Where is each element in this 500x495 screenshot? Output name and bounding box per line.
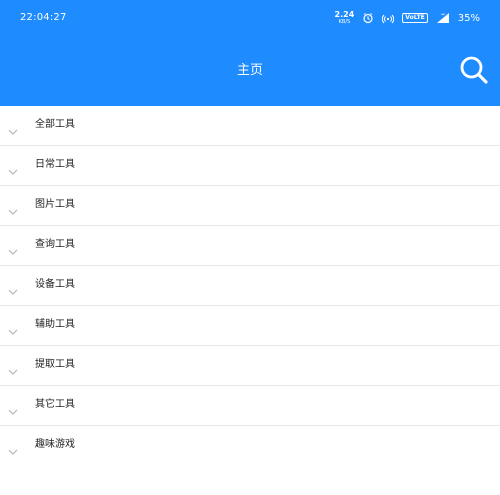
chevron-down-icon [8,321,18,335]
category-item-image-tools[interactable]: 图片工具 [0,186,500,226]
category-label: 查询工具 [35,239,75,250]
network-speed-value: 2.24 [334,10,355,19]
category-label: 设备工具 [35,279,75,290]
app-bar: 22:04:27 2.24 KB/S VoLTE 35% 主页 [0,0,500,106]
category-label: 日常工具 [35,159,75,170]
search-icon [459,55,489,89]
category-item-extract-tools[interactable]: 提取工具 [0,346,500,386]
category-item-device-tools[interactable]: 设备工具 [0,266,500,306]
hotspot-icon [382,9,395,28]
chevron-down-icon [8,121,18,135]
search-button[interactable] [458,56,490,88]
category-item-assist-tools[interactable]: 辅助工具 [0,306,500,346]
category-label: 辅助工具 [35,319,75,330]
chevron-down-icon [8,281,18,295]
page-title: 主页 [236,63,263,78]
category-list: 全部工具 日常工具 图片工具 查询工具 设备工具 辅助工具 提取工具 其它工具 … [0,106,500,466]
volte-badge: VoLTE [402,13,428,23]
network-speed: 2.24 KB/S [334,10,355,26]
category-item-daily-tools[interactable]: 日常工具 [0,146,500,186]
category-label: 图片工具 [35,199,75,210]
category-label: 趣味游戏 [35,439,75,450]
category-item-all-tools[interactable]: 全部工具 [0,106,500,146]
alarm-icon [362,9,374,28]
chevron-down-icon [8,161,18,175]
category-item-fun-games[interactable]: 趣味游戏 [0,426,500,466]
status-icons: 2.24 KB/S VoLTE 35% [335,8,480,28]
chevron-down-icon [8,201,18,215]
category-label: 其它工具 [35,399,75,410]
status-time: 22:04:27 [20,12,67,23]
category-item-other-tools[interactable]: 其它工具 [0,386,500,426]
network-speed-unit: KB/S [338,19,351,25]
chevron-down-icon [8,241,18,255]
battery-percent: 35% [457,12,480,24]
category-label: 全部工具 [35,119,75,130]
status-bar: 22:04:27 2.24 KB/S VoLTE 35% [0,0,500,36]
chevron-down-icon [8,361,18,375]
chevron-down-icon [8,401,18,415]
category-item-query-tools[interactable]: 查询工具 [0,226,500,266]
signal-icon [436,9,450,28]
app-screen: 22:04:27 2.24 KB/S VoLTE 35% 主页 全部工具 日常工… [0,0,500,495]
chevron-down-icon [8,441,18,455]
category-label: 提取工具 [35,359,75,370]
toolbar: 主页 [0,36,500,106]
